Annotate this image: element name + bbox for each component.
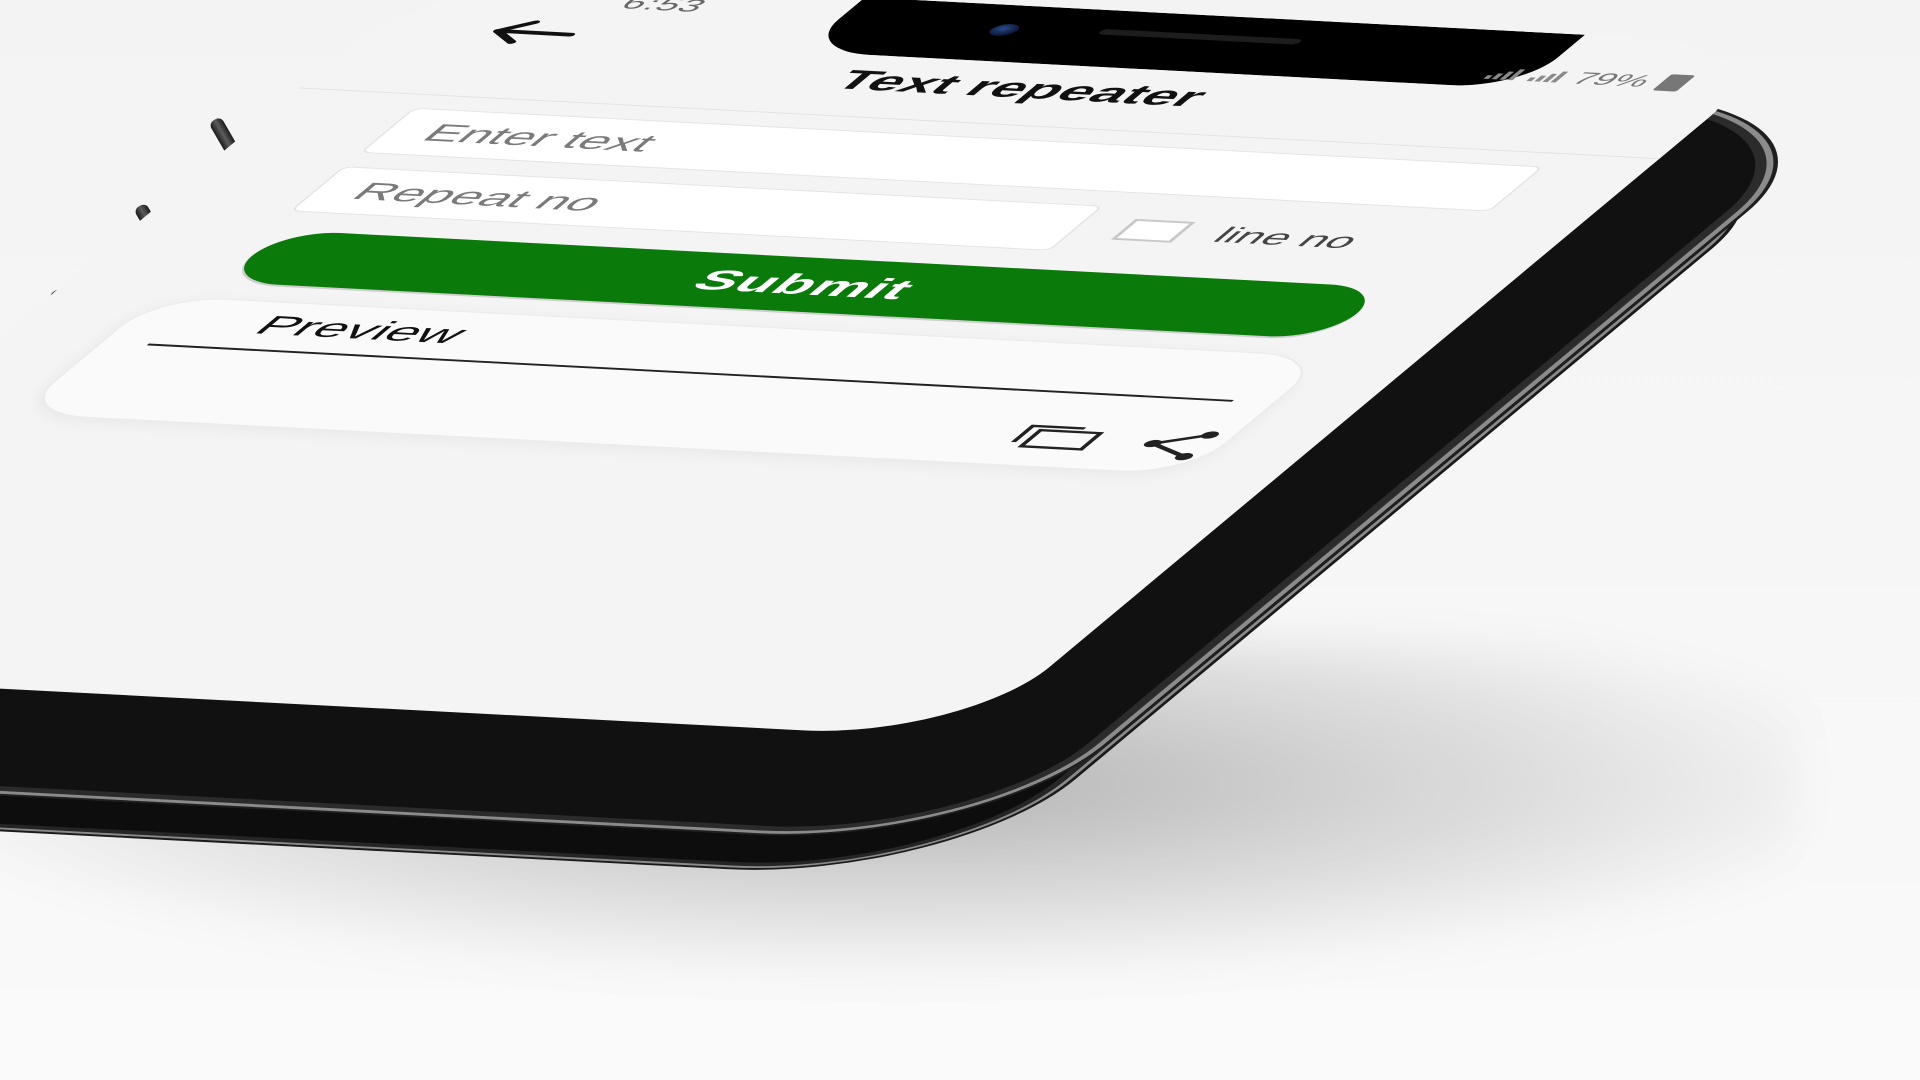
preview-divider [146,343,1234,402]
battery-percent: 79% [1564,68,1660,91]
status-time: 6:53 [613,0,715,17]
arrow-left-icon[interactable] [469,17,591,49]
signal-icon [1526,70,1569,83]
repeat-number-placeholder: Repeat no [342,177,615,217]
line-no-checkbox[interactable] [1110,218,1196,243]
line-no-label: line no [1205,222,1369,254]
battery-icon [1652,74,1696,92]
share-icon[interactable] [1113,425,1236,465]
copy-icon[interactable] [994,423,1116,455]
scene: 6:53 79% Text repeater Enter text Repeat… [0,0,1920,1080]
enter-text-placeholder: Enter text [413,119,668,158]
preview-title: Preview [245,310,479,349]
line-no-option[interactable]: line no [1109,217,1370,253]
